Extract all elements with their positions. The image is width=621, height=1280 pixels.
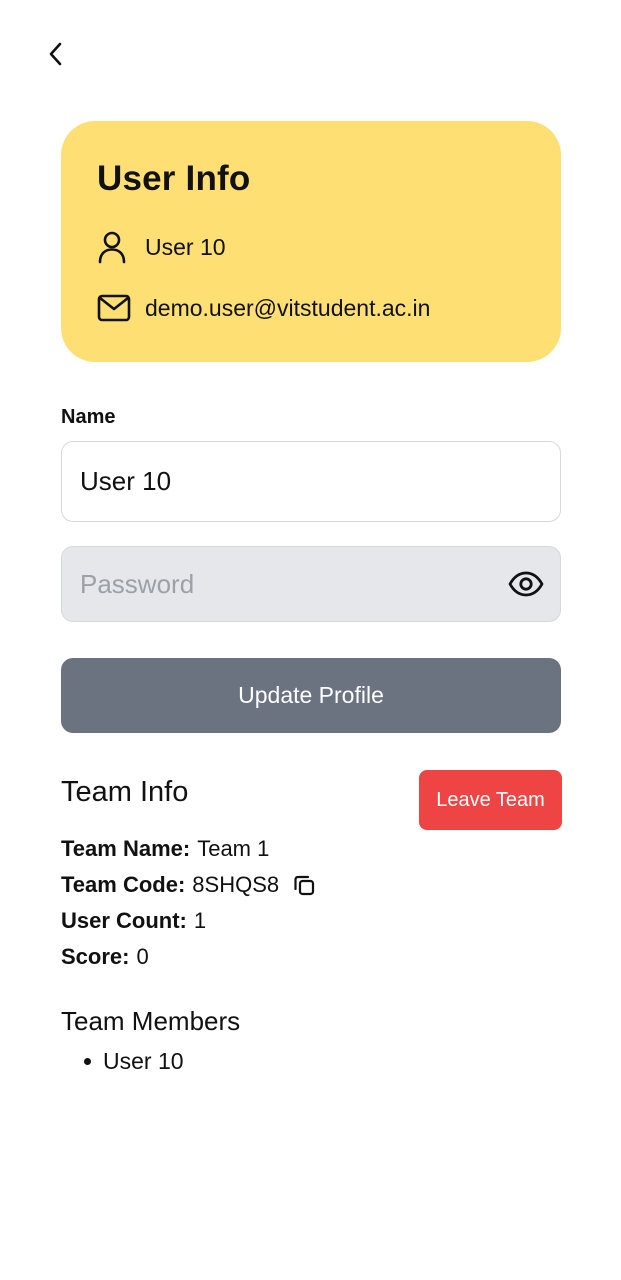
team-info-heading: Team Info bbox=[61, 776, 189, 808]
team-code-line: Team Code: 8SHQS8 bbox=[61, 872, 317, 898]
team-name-value: Team 1 bbox=[197, 836, 270, 861]
user-name-row: User 10 bbox=[97, 229, 226, 265]
password-field bbox=[61, 546, 561, 622]
name-label: Name bbox=[61, 406, 116, 428]
toggle-password-visibility[interactable] bbox=[507, 566, 545, 602]
update-profile-button[interactable]: Update Profile bbox=[61, 658, 561, 733]
user-name-text: User 10 bbox=[145, 233, 226, 260]
user-icon bbox=[97, 229, 133, 265]
bullet-icon bbox=[84, 1057, 91, 1065]
chevron-left-icon bbox=[49, 42, 62, 66]
member-name: User 10 bbox=[103, 1047, 184, 1074]
score-key: Score: bbox=[61, 944, 130, 969]
copy-icon bbox=[294, 875, 315, 896]
eye-icon bbox=[508, 571, 544, 597]
team-name-key: Team Name: bbox=[61, 836, 191, 861]
score-line: Score: 0 bbox=[61, 944, 149, 970]
user-info-card: User Info User 10 demo.user@vitstudent.a… bbox=[61, 121, 561, 362]
password-input[interactable] bbox=[61, 546, 561, 622]
team-code-key: Team Code: bbox=[61, 872, 186, 897]
user-email-text: demo.user@vitstudent.ac.in bbox=[145, 294, 431, 321]
leave-team-button[interactable]: Leave Team bbox=[419, 770, 562, 830]
user-count-line: User Count: 1 bbox=[61, 908, 206, 934]
team-members-heading: Team Members bbox=[61, 1006, 241, 1036]
score-value: 0 bbox=[136, 944, 149, 969]
mail-icon bbox=[97, 290, 133, 326]
user-email-row: demo.user@vitstudent.ac.in bbox=[97, 290, 430, 326]
team-name-line: Team Name: Team 1 bbox=[61, 836, 269, 862]
team-members-list: User 10 bbox=[84, 1046, 184, 1076]
back-button[interactable] bbox=[38, 36, 74, 72]
list-item: User 10 bbox=[84, 1046, 184, 1076]
user-count-value: 1 bbox=[193, 908, 207, 933]
user-info-title: User Info bbox=[97, 159, 251, 198]
user-count-key: User Count: bbox=[61, 908, 187, 933]
copy-team-code-button[interactable] bbox=[291, 872, 317, 898]
name-input[interactable] bbox=[61, 441, 561, 522]
team-code-value: 8SHQS8 bbox=[192, 872, 280, 897]
